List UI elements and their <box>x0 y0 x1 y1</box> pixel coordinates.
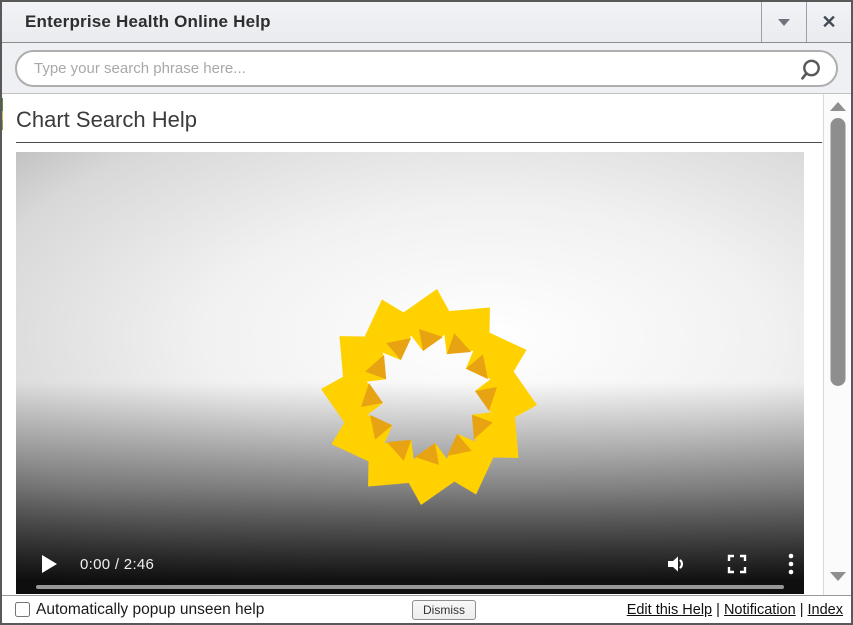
background-page-edge <box>2 98 3 130</box>
more-options-icon[interactable] <box>786 552 796 576</box>
scroll-up-arrow-icon[interactable] <box>830 102 846 111</box>
title-bar: Enterprise Health Online Help ✕ <box>2 2 851 43</box>
heading-divider <box>16 142 822 143</box>
autopopup-label: Automatically popup unseen help <box>36 601 264 619</box>
search-bar <box>2 43 851 94</box>
footer-bar: Automatically popup unseen help Dismiss … <box>2 595 851 623</box>
video-controls: 0:00 / 2:46 <box>16 550 804 578</box>
video-controls-right <box>664 552 796 576</box>
search-icon[interactable] <box>797 57 824 89</box>
vertical-scrollbar[interactable] <box>823 94 851 595</box>
link-separator: | <box>796 602 808 618</box>
video-player[interactable]: 0:00 / 2:46 <box>16 152 804 594</box>
video-progress-bar[interactable] <box>36 585 784 589</box>
collapse-button[interactable] <box>761 2 806 42</box>
dismiss-button[interactable]: Dismiss <box>412 600 476 620</box>
help-dialog: Enterprise Health Online Help ✕ Chart Se… <box>0 0 853 625</box>
play-button[interactable] <box>40 554 58 574</box>
help-content: Chart Search Help <box>2 94 851 595</box>
window-title: Enterprise Health Online Help <box>2 12 761 32</box>
search-pill <box>15 50 838 87</box>
scrollbar-thumb[interactable] <box>830 118 845 386</box>
index-link[interactable]: Index <box>808 602 843 618</box>
article-title: Chart Search Help <box>16 107 837 133</box>
link-separator: | <box>712 602 724 618</box>
chevron-down-icon <box>778 19 790 26</box>
scroll-down-arrow-icon[interactable] <box>830 572 846 581</box>
autopopup-option[interactable]: Automatically popup unseen help <box>15 601 264 619</box>
autopopup-checkbox[interactable] <box>15 602 30 617</box>
footer-links: Edit this Help | Notification | Index <box>627 602 843 618</box>
notification-link[interactable]: Notification <box>724 602 796 618</box>
close-button[interactable]: ✕ <box>806 2 851 42</box>
time-display: 0:00 / 2:46 <box>80 556 154 573</box>
fullscreen-icon[interactable] <box>725 552 749 576</box>
yellow-petal-ring-logo <box>309 277 549 517</box>
close-icon: ✕ <box>821 13 836 31</box>
volume-icon[interactable] <box>664 552 688 576</box>
search-input[interactable] <box>17 60 836 77</box>
edit-help-link[interactable]: Edit this Help <box>627 602 712 618</box>
